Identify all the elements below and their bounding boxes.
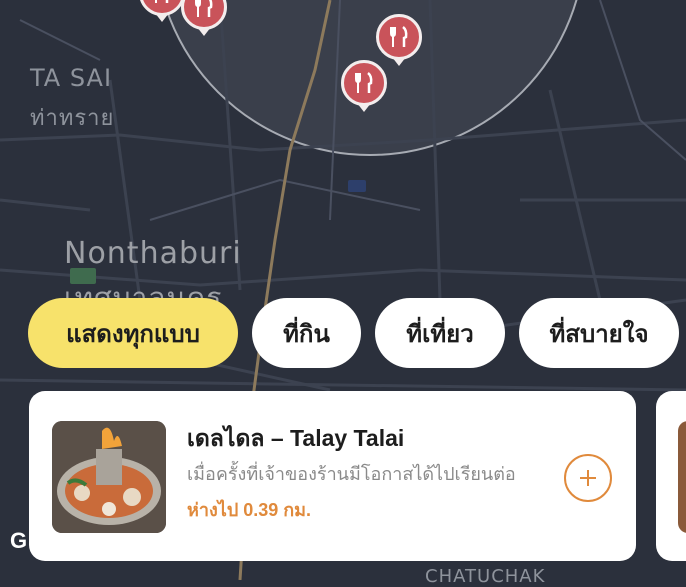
next-place-card[interactable] bbox=[656, 391, 686, 561]
restaurant-pin[interactable] bbox=[341, 60, 387, 112]
map-label-chatuchak: CHATUCHAK bbox=[425, 566, 546, 587]
place-thumbnail bbox=[52, 421, 166, 533]
restaurant-pin[interactable] bbox=[376, 14, 422, 66]
filter-chip-eat[interactable]: ที่กิน bbox=[252, 298, 361, 368]
fork-knife-icon bbox=[355, 72, 373, 93]
fork-knife-icon bbox=[390, 26, 408, 47]
map-label-ta-sai-thai: ท่าทราย bbox=[30, 106, 115, 131]
category-filter-bar: แสดงทุกแบบ ที่กิน ที่เที่ยว ที่สบายใจ bbox=[28, 298, 679, 368]
fork-knife-icon bbox=[195, 0, 213, 17]
filter-chip-all[interactable]: แสดงทุกแบบ bbox=[28, 298, 238, 368]
place-description: เมื่อครั้งที่เจ้าของร้านมีโอกาสได้ไปเรีย… bbox=[187, 464, 516, 484]
filter-chip-visit[interactable]: ที่เที่ยว bbox=[375, 298, 505, 368]
filter-chip-relax[interactable]: ที่สบายใจ bbox=[519, 298, 679, 368]
fork-knife-icon bbox=[155, 0, 169, 3]
next-place-thumbnail bbox=[678, 421, 686, 533]
place-card[interactable]: เดลไดล – Talay Talai เมื่อครั้งที่เจ้าขอ… bbox=[29, 391, 636, 561]
map-label-nonthaburi: Nonthaburi bbox=[64, 236, 242, 271]
map-label-ta-sai: TA SAI bbox=[30, 64, 113, 92]
add-place-button[interactable] bbox=[564, 454, 612, 502]
place-title: เดลไดล – Talay Talai bbox=[187, 425, 405, 451]
hot-pot-image bbox=[52, 421, 166, 533]
place-distance: ห่างไป 0.39 กม. bbox=[187, 500, 312, 520]
plus-icon bbox=[580, 470, 596, 486]
